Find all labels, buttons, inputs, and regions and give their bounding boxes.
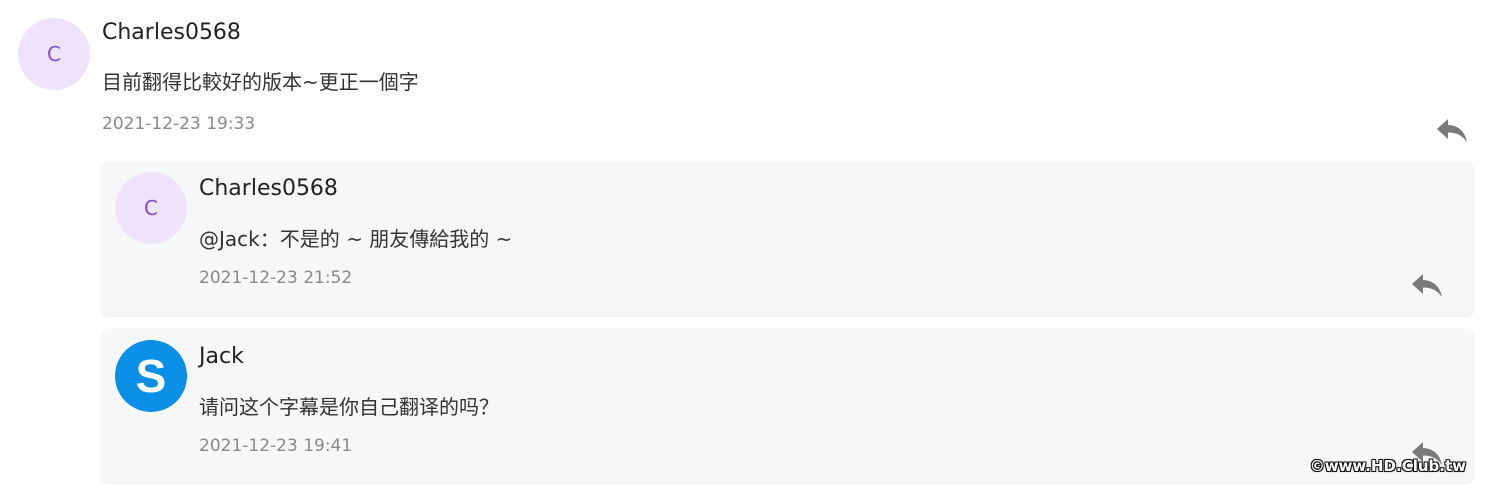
comment-timestamp: 2021-12-23 19:33 bbox=[102, 114, 256, 134]
comment-text: 目前翻得比較好的版本~更正一個字 bbox=[102, 70, 419, 94]
reply-button[interactable] bbox=[1410, 271, 1444, 299]
comment-username[interactable]: Charles0568 bbox=[102, 20, 241, 45]
reply-card: C Charles0568 @Jack：不是的 ~ 朋友傳給我的 ~ 2021-… bbox=[102, 162, 1473, 315]
reply-text: 请问这个字幕是你自己翻译的吗？ bbox=[199, 395, 499, 419]
watermark: ©www.HD.Club.tw bbox=[1309, 457, 1466, 475]
avatar[interactable]: C bbox=[115, 172, 187, 244]
reply-username[interactable]: Jack bbox=[199, 344, 244, 369]
avatar-letter: C bbox=[144, 196, 158, 220]
avatar[interactable]: C bbox=[18, 18, 90, 90]
reply-username[interactable]: Charles0568 bbox=[199, 176, 338, 201]
svg-text:S: S bbox=[136, 350, 167, 402]
reply-timestamp: 2021-12-23 19:41 bbox=[199, 436, 353, 456]
avatar[interactable]: S bbox=[115, 340, 187, 412]
reply-icon bbox=[1437, 119, 1467, 142]
reply-text: @Jack：不是的 ~ 朋友傳給我的 ~ bbox=[199, 227, 513, 251]
reply-timestamp: 2021-12-23 21:52 bbox=[199, 268, 353, 288]
avatar-letter: C bbox=[47, 42, 61, 66]
reply-card: S Jack 请问这个字幕是你自己翻译的吗？ 2021-12-23 19:41 bbox=[102, 329, 1473, 482]
reply-button[interactable] bbox=[1435, 116, 1469, 144]
reply-icon bbox=[1412, 274, 1442, 297]
skype-logo-icon: S bbox=[115, 340, 187, 412]
